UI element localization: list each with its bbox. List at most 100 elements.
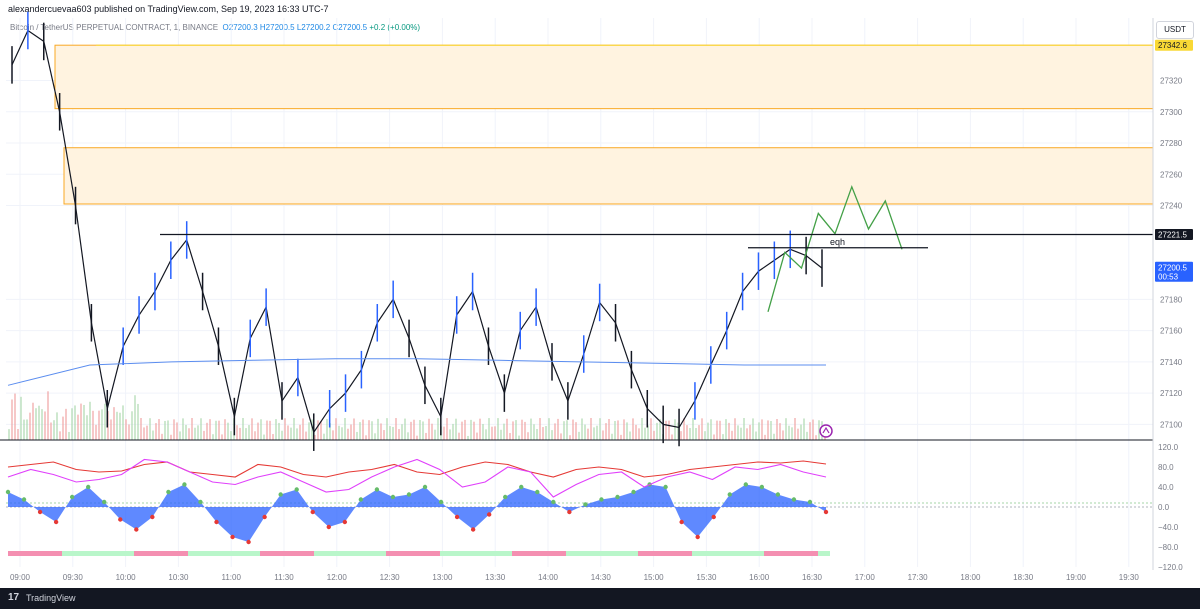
- volume-bar: [203, 431, 205, 440]
- volume-bar: [245, 428, 247, 440]
- signal-strip: [782, 551, 788, 556]
- volume-bar: [557, 419, 559, 440]
- volume-bar: [434, 430, 436, 440]
- signal-strip: [494, 551, 500, 556]
- volume-bar: [638, 428, 640, 440]
- signal-strip: [602, 551, 608, 556]
- signal-strip: [44, 551, 50, 556]
- signal-strip: [824, 551, 830, 556]
- volume-bar: [758, 422, 760, 440]
- tradingview-brand[interactable]: TradingView: [26, 593, 76, 603]
- volume-bar: [242, 418, 244, 440]
- volume-bar: [581, 418, 583, 440]
- osc-dot: [327, 525, 331, 529]
- volume-bar: [680, 431, 682, 440]
- osc-dot: [38, 510, 42, 514]
- volume-bar: [266, 421, 268, 440]
- volume-bar: [494, 426, 496, 440]
- volume-bar: [89, 402, 91, 440]
- signal-strip: [230, 551, 236, 556]
- volume-bar: [47, 391, 49, 440]
- volume-bar: [809, 422, 811, 440]
- volume-bar: [68, 432, 70, 440]
- osc-dot: [792, 497, 796, 501]
- volume-bar: [554, 423, 556, 440]
- volume-bar: [731, 431, 733, 440]
- volume-bar: [518, 436, 520, 440]
- signal-strip: [686, 551, 692, 556]
- time-tick-label: 13:00: [432, 573, 453, 582]
- osc-dot: [134, 527, 138, 531]
- time-tick-label: 15:30: [696, 573, 717, 582]
- time-tick-label: 10:30: [168, 573, 189, 582]
- volume-bar: [194, 428, 196, 440]
- osc-dot: [615, 495, 619, 499]
- signal-strip: [752, 551, 758, 556]
- volume-bar: [443, 427, 445, 440]
- volume-bar: [410, 422, 412, 440]
- signal-strip: [566, 551, 572, 556]
- volume-bar: [149, 418, 151, 440]
- volume-bar: [614, 421, 616, 440]
- volume-bar: [92, 411, 94, 440]
- chart-canvas[interactable]: eqh 27300 27280 27260 27240 27180 27160 27140 2…: [0, 0, 1200, 588]
- volume-bar: [41, 409, 43, 440]
- volume-bar: [578, 432, 580, 440]
- osc-dot: [230, 535, 234, 539]
- osc-dot: [118, 517, 122, 521]
- volume-bar: [248, 425, 250, 440]
- volume-bar: [803, 418, 805, 440]
- osc-dot: [535, 490, 539, 494]
- tradingview-logo-icon[interactable]: 17: [8, 592, 19, 603]
- time-tick-label: 12:30: [380, 573, 401, 582]
- volume-bar: [173, 419, 175, 440]
- volume-bar: [35, 408, 37, 440]
- volume-bar: [482, 424, 484, 440]
- time-tick-label: 12:00: [327, 573, 348, 582]
- volume-bar: [350, 424, 352, 440]
- volume-bar: [332, 430, 334, 440]
- volume-bar: [590, 418, 592, 440]
- signal-strip: [296, 551, 302, 556]
- volume-bar: [413, 420, 415, 440]
- price-tick-label: 27320: [1160, 77, 1183, 86]
- signal-strip: [548, 551, 554, 556]
- volume-bar: [176, 422, 178, 440]
- volume-bar: [221, 434, 223, 440]
- signal-strip: [764, 551, 770, 556]
- volume-bar: [689, 428, 691, 440]
- volume-bar: [764, 435, 766, 440]
- signal-strip: [692, 551, 698, 556]
- osc-dot: [6, 490, 10, 494]
- volume-bar: [161, 434, 163, 440]
- volume-bar: [179, 431, 181, 440]
- signal-strip: [554, 551, 560, 556]
- signal-strip: [638, 551, 644, 556]
- timer-icon[interactable]: [820, 425, 832, 437]
- signal-strip: [422, 551, 428, 556]
- volume-bar: [566, 420, 568, 440]
- volume-bar: [704, 431, 706, 440]
- osc-dot: [246, 540, 250, 544]
- volume-bar: [701, 418, 703, 440]
- signal-strip: [20, 551, 26, 556]
- volume-bar: [587, 429, 589, 440]
- signal-strip: [362, 551, 368, 556]
- signal-strip: [518, 551, 524, 556]
- volume-bar: [629, 432, 631, 440]
- volume-bar: [401, 424, 403, 440]
- volume-bar: [503, 424, 505, 440]
- volume-bar: [524, 422, 526, 440]
- signal-strip: [740, 551, 746, 556]
- volume-bar: [521, 420, 523, 440]
- volume-bar: [104, 404, 106, 440]
- osc-dot: [375, 487, 379, 491]
- volume-bar: [608, 419, 610, 440]
- osc-dot: [567, 510, 571, 514]
- volume-bar: [191, 418, 193, 440]
- signal-strip: [578, 551, 584, 556]
- time-tick-label: 14:00: [538, 573, 559, 582]
- volume-bar: [785, 418, 787, 440]
- volume-bar: [371, 421, 373, 440]
- volume-bar: [284, 418, 286, 440]
